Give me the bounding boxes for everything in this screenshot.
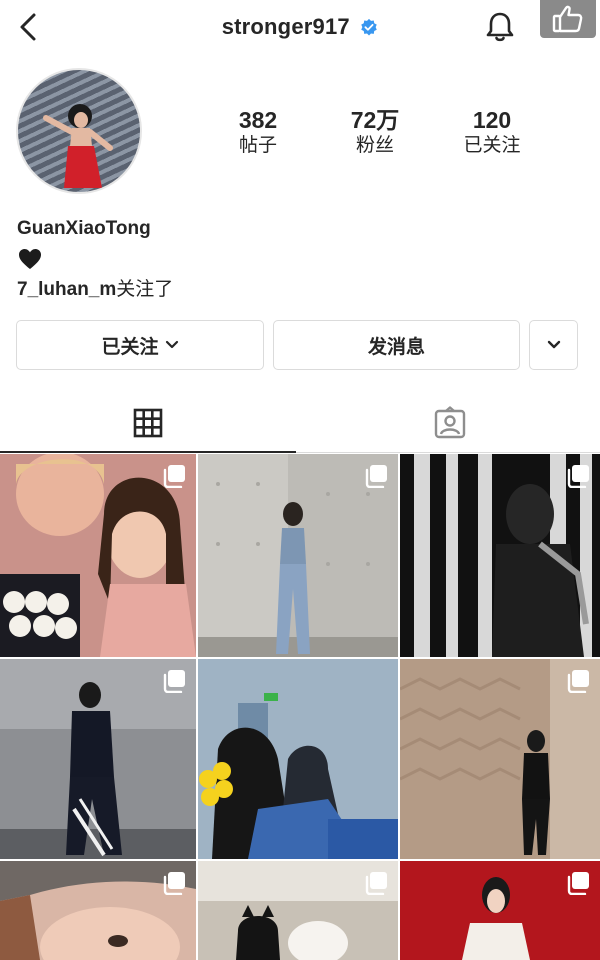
stat-posts-value: 382 bbox=[238, 107, 278, 133]
stat-posts[interactable]: 382 帖子 bbox=[208, 106, 308, 158]
multiple-photos-icon bbox=[365, 872, 387, 895]
followed-by-username[interactable]: 7_luhan_m bbox=[17, 279, 116, 300]
black-heart-icon bbox=[19, 249, 41, 269]
followed-by-suffix: 关注了 bbox=[116, 279, 174, 300]
stat-followers-value: 72万 bbox=[350, 107, 400, 133]
followed-by-line[interactable]: 7_luhan_m关注了 bbox=[17, 274, 173, 301]
post-thumbnail[interactable] bbox=[0, 454, 196, 657]
thumbs-up-icon bbox=[552, 5, 583, 33]
stat-followers[interactable]: 72万 粉丝 bbox=[325, 106, 425, 158]
post-photo bbox=[198, 659, 398, 859]
post-thumbnail[interactable] bbox=[198, 454, 398, 657]
suggested-accounts-button[interactable] bbox=[529, 320, 578, 370]
multiple-photos-icon bbox=[163, 872, 185, 895]
profile-avatar[interactable] bbox=[16, 68, 142, 194]
post-thumbnail[interactable] bbox=[400, 454, 600, 657]
multiple-photos-icon bbox=[163, 465, 185, 488]
avatar-photo bbox=[43, 104, 113, 188]
chevron-down-icon bbox=[165, 340, 178, 349]
tab-posts-grid[interactable] bbox=[0, 394, 296, 452]
stat-posts-label: 帖子 bbox=[238, 135, 277, 156]
chevron-down-icon bbox=[547, 340, 560, 349]
stat-following-label: 已关注 bbox=[463, 135, 521, 156]
post-thumbnail[interactable] bbox=[0, 861, 196, 960]
post-thumbnail[interactable] bbox=[198, 659, 398, 859]
following-button[interactable]: 已关注 bbox=[16, 320, 264, 370]
stat-following-value: 120 bbox=[472, 107, 512, 133]
active-tab-indicator bbox=[0, 451, 296, 453]
grid-icon bbox=[133, 408, 163, 438]
multiple-photos-icon bbox=[365, 465, 387, 488]
top-bar: stronger917 bbox=[0, 0, 600, 60]
posts-grid bbox=[0, 454, 600, 960]
post-thumbnail[interactable] bbox=[400, 861, 600, 960]
stat-followers-label: 粉丝 bbox=[355, 135, 394, 156]
multiple-photos-icon bbox=[567, 465, 589, 488]
multiple-photos-icon bbox=[567, 872, 589, 895]
verified-badge-icon bbox=[361, 18, 378, 36]
tagged-icon bbox=[434, 406, 466, 439]
bio-display-name: GuanXiaoTong bbox=[17, 218, 151, 239]
multiple-photos-icon bbox=[163, 670, 185, 693]
bell-icon[interactable] bbox=[484, 10, 516, 44]
post-thumbnail[interactable] bbox=[0, 659, 196, 859]
tab-tagged[interactable] bbox=[300, 394, 600, 452]
message-button[interactable]: 发消息 bbox=[273, 320, 520, 370]
multiple-photos-icon bbox=[567, 670, 589, 693]
message-button-label: 发消息 bbox=[367, 336, 425, 358]
following-button-label: 已关注 bbox=[101, 336, 159, 358]
profile-username: stronger917 bbox=[221, 14, 350, 39]
post-thumbnail[interactable] bbox=[198, 861, 398, 960]
stat-following[interactable]: 120 已关注 bbox=[442, 106, 542, 158]
post-thumbnail[interactable] bbox=[400, 659, 600, 859]
thumbs-up-badge bbox=[540, 0, 596, 38]
